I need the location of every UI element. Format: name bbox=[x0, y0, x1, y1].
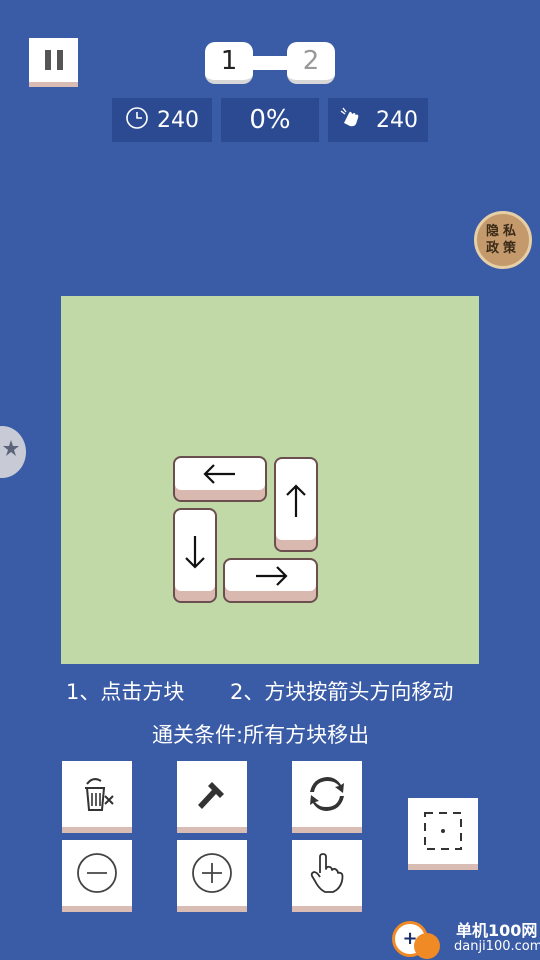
instruction-step2: 2、方块按箭头方向移动 bbox=[230, 680, 454, 704]
arrow-up-icon bbox=[286, 484, 306, 517]
trash-icon bbox=[85, 778, 114, 811]
game-board bbox=[61, 296, 479, 664]
block-right-arrow[interactable] bbox=[223, 558, 318, 603]
arrow-down-icon bbox=[185, 536, 205, 569]
level-next: 2 bbox=[302, 46, 320, 76]
select-area-icon bbox=[424, 812, 462, 850]
clear-tool-button[interactable] bbox=[62, 761, 132, 833]
zoom-in-icon bbox=[192, 853, 232, 893]
level-indicator: 1 2 bbox=[205, 42, 335, 84]
clock-icon bbox=[125, 106, 149, 134]
privacy-policy-button[interactable]: 隐私 政策 bbox=[474, 211, 532, 269]
arrow-right-icon bbox=[255, 566, 288, 586]
level-current: 1 bbox=[220, 46, 238, 76]
pause-button[interactable] bbox=[29, 38, 78, 87]
star-badge-icon bbox=[2, 439, 20, 465]
hammer-icon bbox=[198, 782, 224, 809]
zoom-out-button[interactable] bbox=[62, 840, 132, 912]
zoom-in-button[interactable] bbox=[177, 840, 247, 912]
moves-value: 240 bbox=[376, 107, 418, 133]
tap-hand-icon bbox=[338, 105, 364, 135]
block-up-arrow[interactable] bbox=[274, 457, 318, 552]
time-value: 240 bbox=[157, 107, 199, 133]
zoom-out-icon bbox=[77, 853, 117, 893]
progress-stat: 0% bbox=[221, 98, 319, 142]
watermark: + 单机100网 danji100.com bbox=[392, 915, 540, 960]
side-float-button[interactable] bbox=[0, 426, 26, 478]
block-down-arrow[interactable] bbox=[173, 508, 217, 603]
block-left-arrow[interactable] bbox=[173, 456, 267, 502]
time-stat: 240 bbox=[112, 98, 212, 142]
hand-pointer-icon bbox=[310, 853, 344, 893]
privacy-line2: 政策 bbox=[485, 241, 520, 256]
hand-tool-button[interactable] bbox=[292, 840, 362, 912]
moves-stat: 240 bbox=[328, 98, 428, 142]
pause-icon bbox=[44, 50, 63, 70]
hammer-tool-button[interactable] bbox=[177, 761, 247, 833]
watermark-url: danji100.com bbox=[454, 939, 540, 954]
refresh-icon bbox=[310, 777, 344, 811]
select-area-button[interactable] bbox=[408, 798, 478, 870]
instruction-step1: 1、点击方块 bbox=[66, 680, 185, 704]
watermark-title: 单机100网 bbox=[456, 921, 538, 940]
refresh-tool-button[interactable] bbox=[292, 761, 362, 833]
instruction-goal: 通关条件:所有方块移出 bbox=[152, 723, 370, 747]
arrow-left-icon bbox=[203, 464, 235, 484]
progress-value: 0% bbox=[249, 105, 291, 135]
privacy-line1: 隐私 bbox=[485, 224, 520, 239]
